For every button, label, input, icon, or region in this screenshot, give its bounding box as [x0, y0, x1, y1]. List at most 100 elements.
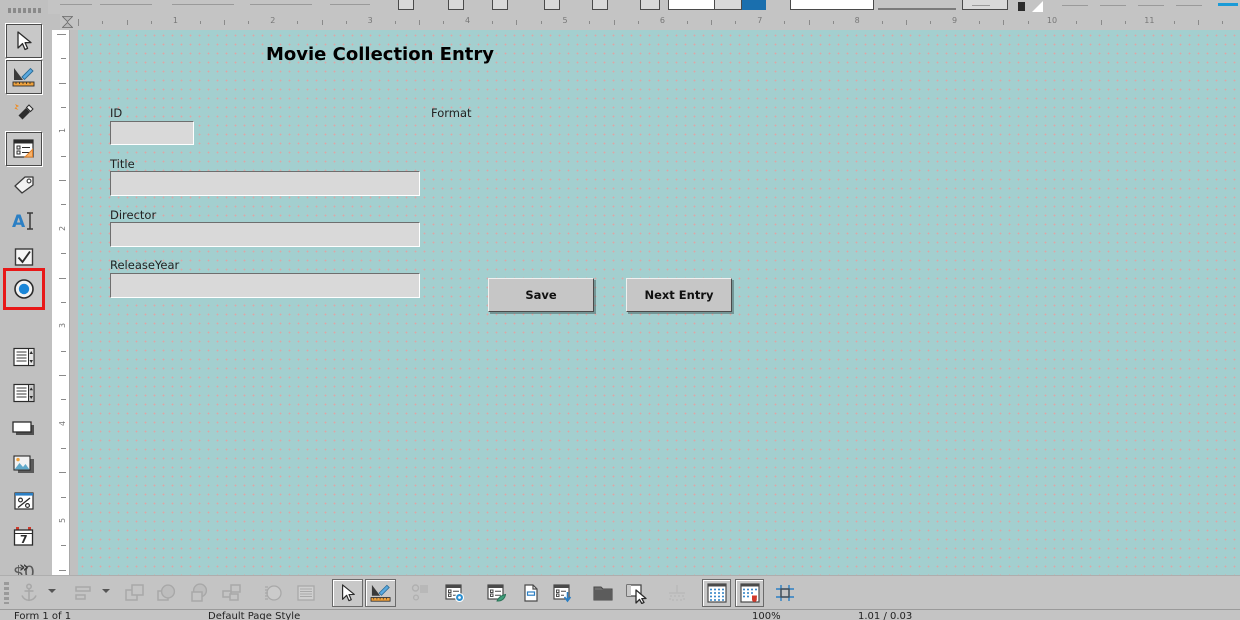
activation-order-button[interactable]: [516, 579, 546, 607]
tool-date-field[interactable]: 7: [6, 520, 42, 554]
toolbar-remnant-button[interactable]: [448, 0, 464, 10]
design-mode-icon: [12, 66, 36, 88]
radio-button-icon: [12, 277, 36, 301]
toolbar-remnant-line: [250, 4, 312, 5]
formatted-field-icon: [12, 490, 36, 512]
helplines-button[interactable]: [770, 579, 800, 607]
ruler-tick: [322, 20, 323, 25]
ruler-tick: [59, 472, 66, 473]
toolbar-remnant-button[interactable]: [544, 0, 560, 10]
bring-to-front-button[interactable]: [120, 579, 150, 607]
send-backward-button[interactable]: [185, 579, 215, 607]
toolbar-remnant-line: [972, 5, 990, 6]
anchor-dropdown-arrow-icon[interactable]: [48, 589, 56, 593]
ruler-tick: [638, 21, 639, 24]
color-swatch[interactable]: [1218, 3, 1238, 6]
select-button[interactable]: [332, 579, 363, 607]
toolbar-remnant-line: [172, 4, 234, 5]
tool-text-box[interactable]: A: [6, 204, 42, 238]
tool-design-mode[interactable]: [6, 60, 42, 94]
tool-push-button[interactable]: [6, 412, 42, 446]
ruler-tick: [516, 20, 517, 25]
form-properties-button[interactable]: [482, 579, 512, 607]
tool-option-button[interactable]: [3, 268, 45, 310]
tool-select-arrow[interactable]: [6, 24, 42, 58]
ruler-tick: [61, 351, 66, 352]
toolbar-remnant-button[interactable]: [592, 0, 608, 10]
tool-image-control[interactable]: [6, 448, 42, 482]
design-mode-icon: [370, 583, 392, 603]
toggle-control-marks-button[interactable]: [406, 579, 436, 607]
ruler-tick: [346, 21, 347, 24]
form-navigator-icon: [592, 583, 614, 603]
field-input-title[interactable]: [110, 171, 420, 196]
paragraph-mark-icon[interactable]: [1018, 2, 1025, 11]
align-dropdown-arrow-icon[interactable]: [102, 589, 110, 593]
status-bar: Form 1 of 1 Default Page Style 100% 1.01…: [0, 609, 1240, 620]
horizontal-ruler[interactable]: 1234567891011: [60, 14, 1240, 30]
ruler-tick: [61, 204, 66, 205]
display-grid-button[interactable]: [702, 579, 731, 607]
field-input-id[interactable]: [110, 121, 194, 145]
to-background-button[interactable]: [291, 579, 321, 607]
status-zoom[interactable]: 100%: [752, 611, 781, 620]
ruler-label: 5: [58, 518, 67, 523]
ruler-tick: [1101, 20, 1102, 25]
indent-marker-icon: [62, 16, 73, 28]
tool-combo-box[interactable]: [6, 376, 42, 410]
align-button[interactable]: [68, 579, 98, 607]
form-design-toolbar: [0, 575, 1240, 609]
field-label-title: Title: [110, 157, 135, 171]
bring-forward-button[interactable]: [152, 579, 182, 607]
bring-to-front-icon: [124, 583, 146, 603]
form-navigator-button[interactable]: [588, 579, 618, 607]
send-to-back-button[interactable]: [217, 579, 247, 607]
next-entry-button[interactable]: Next Entry: [626, 278, 732, 312]
field-input-releaseyear[interactable]: [110, 273, 420, 298]
add-field-icon: [552, 583, 574, 603]
font-size-box[interactable]: [714, 0, 742, 10]
toolbar-remnant-button[interactable]: [398, 0, 414, 10]
toolbox-drag-handle[interactable]: [8, 8, 42, 13]
field-input-director[interactable]: [110, 222, 420, 247]
open-in-design-mode-button[interactable]: [622, 579, 652, 607]
snap-to-grid-button[interactable]: [735, 579, 764, 607]
ruler-tick: [61, 545, 66, 546]
tool-list-box[interactable]: [6, 340, 42, 374]
style-box[interactable]: [790, 0, 874, 10]
image-control-icon: [12, 454, 36, 476]
tool-form-control[interactable]: [6, 132, 42, 166]
automatic-control-focus-button[interactable]: [662, 579, 692, 607]
save-button[interactable]: Save: [488, 278, 594, 312]
form-design-canvas[interactable]: Movie Collection Entry Format ID Title D…: [78, 30, 1240, 575]
ruler-tick: [395, 21, 396, 24]
ruler-tick: [1174, 21, 1175, 24]
vertical-ruler[interactable]: 12345: [52, 30, 70, 575]
toolbar-remnant-button[interactable]: [492, 0, 508, 10]
automatic-focus-icon: [665, 583, 689, 603]
tool-control-wizards[interactable]: [6, 96, 42, 130]
control-properties-button[interactable]: [440, 579, 470, 607]
add-field-button[interactable]: [548, 579, 578, 607]
ruler-tick: [61, 448, 66, 449]
tool-label-field[interactable]: [6, 168, 42, 202]
toolbar-remnant-line: [1176, 5, 1202, 6]
libreoffice-base-form-designer: A: [0, 0, 1240, 620]
ruler-tick: [1003, 20, 1004, 25]
ruler-tick: [589, 21, 590, 24]
highlight-swatch[interactable]: [742, 0, 766, 10]
ruler-tick: [735, 21, 736, 24]
tool-formatted-field[interactable]: [6, 484, 42, 518]
toolbar-drag-handle[interactable]: [4, 582, 9, 604]
design-mode-button[interactable]: [365, 579, 396, 607]
snap-to-grid-icon: [740, 583, 760, 603]
ruler-tick: [930, 21, 931, 24]
to-foreground-button[interactable]: [258, 579, 288, 607]
ruler-tick: [614, 20, 615, 25]
toolbar-remnant-button[interactable]: [640, 0, 660, 10]
anchor-button[interactable]: [14, 579, 44, 607]
ruler-tick: [59, 83, 66, 84]
field-label-releaseyear: ReleaseYear: [110, 258, 179, 272]
ruler-tick: [59, 180, 66, 181]
toolbar-remnant-line: [1100, 5, 1126, 6]
